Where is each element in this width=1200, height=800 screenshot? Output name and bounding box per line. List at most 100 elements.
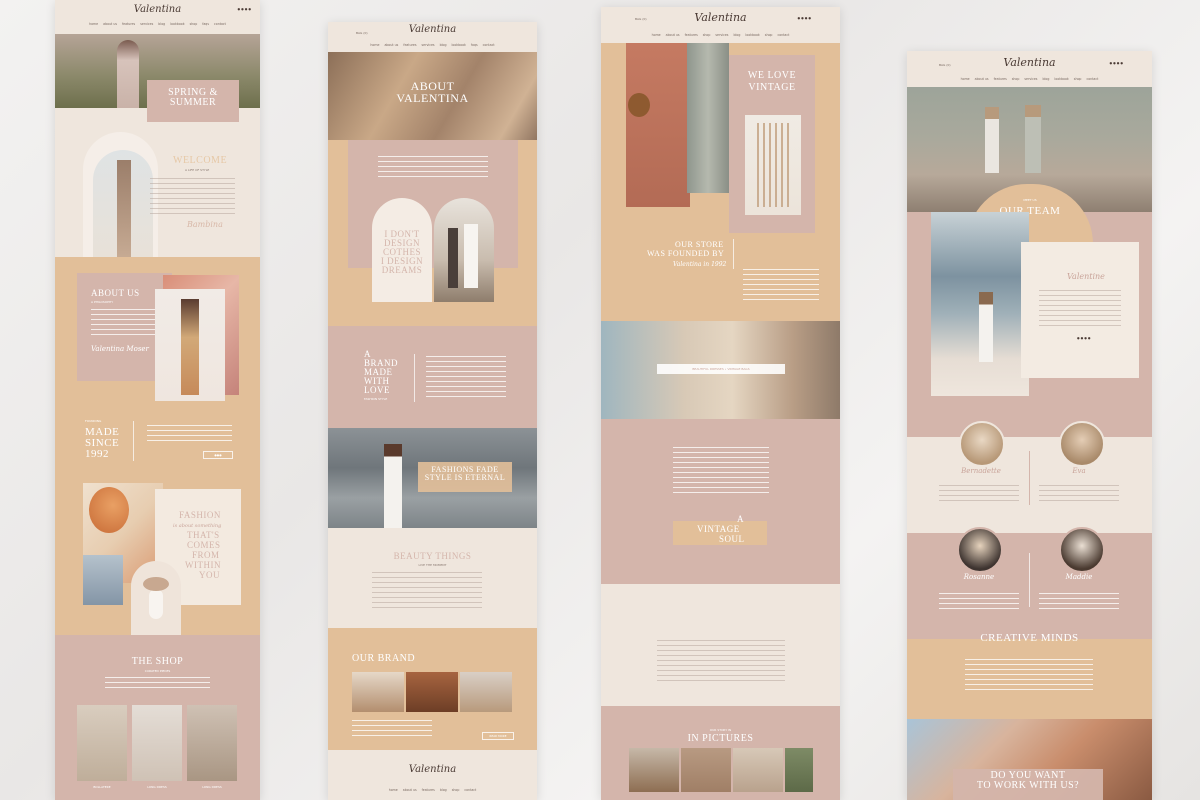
nav-item[interactable]: shop — [1074, 77, 1082, 81]
nav-item[interactable]: blog — [733, 33, 740, 37]
gallery-photo[interactable] — [681, 748, 731, 792]
brand-photo[interactable] — [352, 672, 404, 712]
about-heading: ABOUT US — [91, 288, 140, 298]
our-brand-section: OUR BRAND READ MORE — [328, 628, 537, 750]
main-nav[interactable]: home about us features services blog loo… — [55, 22, 260, 26]
nav-item[interactable]: blog — [440, 788, 447, 792]
product-name[interactable]: LONG DRESS — [187, 785, 237, 789]
nav-item[interactable]: about us — [403, 788, 417, 792]
product-name[interactable]: LONG DRESS — [132, 785, 182, 789]
creative-minds-section: CREATIVE MINDS — [907, 633, 1152, 719]
fashion-quote-line: YOU — [199, 570, 220, 580]
gallery-photo[interactable] — [785, 748, 813, 792]
nav-item[interactable]: home — [389, 788, 398, 792]
nav-item[interactable]: services — [140, 22, 153, 26]
product-photo[interactable] — [187, 705, 237, 781]
beach-photo — [931, 212, 1029, 396]
nav-item[interactable]: home — [961, 77, 970, 81]
nav-item[interactable]: features — [403, 43, 416, 47]
nav-item[interactable]: shop — [703, 33, 711, 37]
nav-item[interactable]: contact — [483, 43, 495, 47]
social-icons[interactable]: ●●●● — [798, 16, 812, 20]
social-icons[interactable]: ●●●● — [1077, 336, 1091, 340]
social-icons[interactable]: ●●●● — [1110, 61, 1124, 65]
work-with-us-box[interactable]: DO YOU WANT TO WORK WITH US? — [953, 769, 1103, 800]
read-more-button[interactable]: READ MORE — [482, 732, 514, 740]
main-nav[interactable]: home about us features services blog loo… — [328, 43, 537, 47]
nav-item[interactable]: blog — [440, 43, 447, 47]
nav-item[interactable]: features — [994, 77, 1007, 81]
member-avatar[interactable] — [1059, 527, 1105, 573]
social-icons[interactable]: ●●●● — [238, 7, 252, 11]
shop-sub: CURATED PIECES — [144, 669, 171, 673]
product-photo[interactable] — [77, 705, 127, 781]
brand-logo[interactable]: Valentina — [328, 24, 537, 35]
nav-item[interactable]: features — [122, 22, 135, 26]
nav-item[interactable]: shop — [190, 22, 198, 26]
shop-section: THE SHOP CURATED PIECES BOLLATERE LONG D… — [55, 635, 260, 800]
nav-item[interactable]: services — [715, 33, 728, 37]
nav-item[interactable]: home — [89, 22, 98, 26]
main-nav[interactable]: home about us features shop services blo… — [601, 33, 840, 37]
nav-item[interactable]: contact — [464, 788, 476, 792]
nav-item[interactable]: lookbook — [745, 33, 759, 37]
nav-item[interactable]: shop — [765, 33, 773, 37]
read-more-button[interactable]: ●●● — [203, 451, 233, 459]
fashion-quote-line: FASHION — [179, 510, 221, 520]
fashion-section: FASHION is about something THAT'S COMES … — [55, 475, 260, 637]
member-avatar[interactable] — [1059, 421, 1105, 467]
nav-item[interactable]: faqs — [202, 22, 209, 26]
gallery-photo[interactable] — [733, 748, 783, 792]
welcome-heading: WELCOME — [173, 155, 228, 166]
nav-item[interactable]: about us — [384, 43, 398, 47]
nav-item[interactable]: faqs — [471, 43, 478, 47]
we-love-line: VINTAGE — [748, 82, 796, 93]
nav-item[interactable]: lookbook — [170, 22, 184, 26]
brand-made-line: LOVE — [364, 385, 390, 395]
nav-item[interactable]: lookbook — [1054, 77, 1068, 81]
footer-nav[interactable]: home about us features blog shop contact — [328, 788, 537, 792]
nav-item[interactable]: services — [422, 43, 435, 47]
welcome-signature: Bambina — [187, 220, 223, 229]
product-name[interactable]: BOLLATERE — [77, 785, 127, 789]
members-section-2: Rosanne Maddie — [907, 527, 1152, 639]
nav-item[interactable]: shop — [1012, 77, 1020, 81]
couple-photo — [434, 198, 494, 302]
nav-item[interactable]: contact — [214, 22, 226, 26]
we-love-line: WE LOVE — [747, 70, 797, 81]
member-avatar[interactable] — [959, 421, 1005, 467]
shop-heading: THE SHOP — [131, 656, 184, 667]
nav-item[interactable]: about us — [666, 33, 680, 37]
member-avatar[interactable] — [957, 527, 1003, 573]
nav-item[interactable]: blog — [1042, 77, 1049, 81]
owner-signature: Valentine — [1067, 272, 1105, 281]
brand-love-section: A BRAND MADE WITH LOVE FASHION STYLE — [328, 326, 537, 428]
welcome-sub: A LIFE OF STYLE — [185, 168, 210, 172]
nav-item[interactable]: about us — [975, 77, 989, 81]
nav-item[interactable]: blog — [158, 22, 165, 26]
nav-item[interactable]: contact — [777, 33, 789, 37]
about-sub: A PHILOSOPHY — [91, 300, 114, 304]
gallery-photo[interactable] — [629, 748, 679, 792]
nav-item[interactable]: about us — [103, 22, 117, 26]
nav-item[interactable]: services — [1024, 77, 1037, 81]
fashion-fade-box: FASHIONS FADE STYLE IS ETERNAL — [418, 462, 512, 492]
pictures-section: OUR STORY IN IN PICTURES — [601, 706, 840, 800]
product-photo[interactable] — [132, 705, 182, 781]
dress-photo — [626, 43, 690, 207]
page-preview-team: BAG (0) Valentina ●●●● home about us fea… — [907, 51, 1152, 800]
nav-item[interactable]: home — [370, 43, 379, 47]
footer-logo[interactable]: Valentina — [328, 764, 537, 775]
main-nav[interactable]: home about us features shop services blo… — [907, 77, 1152, 81]
nav-item[interactable]: shop — [452, 788, 460, 792]
brand-photo[interactable] — [406, 672, 458, 712]
fashion-quote-line: WITHIN — [185, 560, 221, 570]
nav-item[interactable]: features — [685, 33, 698, 37]
nav-item[interactable]: lookbook — [452, 43, 466, 47]
nav-item[interactable]: contact — [1086, 77, 1098, 81]
nav-item[interactable]: features — [422, 788, 435, 792]
nav-item[interactable]: home — [652, 33, 661, 37]
brand-logo[interactable]: Valentina — [55, 4, 260, 15]
brand-photo[interactable] — [460, 672, 512, 712]
hero-title-line: SUMMER — [169, 97, 217, 108]
